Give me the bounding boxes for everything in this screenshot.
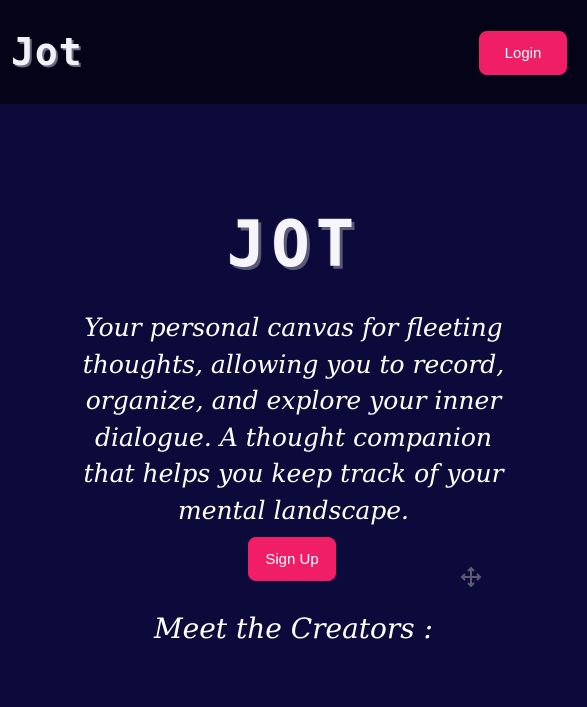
login-button[interactable]: Login: [479, 31, 567, 75]
hero-tagline: Your personal canvas for fleeting though…: [82, 313, 505, 525]
creators-heading: Meet the Creators :: [154, 612, 433, 645]
signup-button[interactable]: Sign Up: [248, 537, 336, 581]
navbar: Jot Login: [0, 0, 587, 104]
nav-logo[interactable]: Jot: [11, 30, 83, 74]
move-icon: [460, 566, 482, 588]
hero-logo: JOT: [226, 208, 361, 282]
